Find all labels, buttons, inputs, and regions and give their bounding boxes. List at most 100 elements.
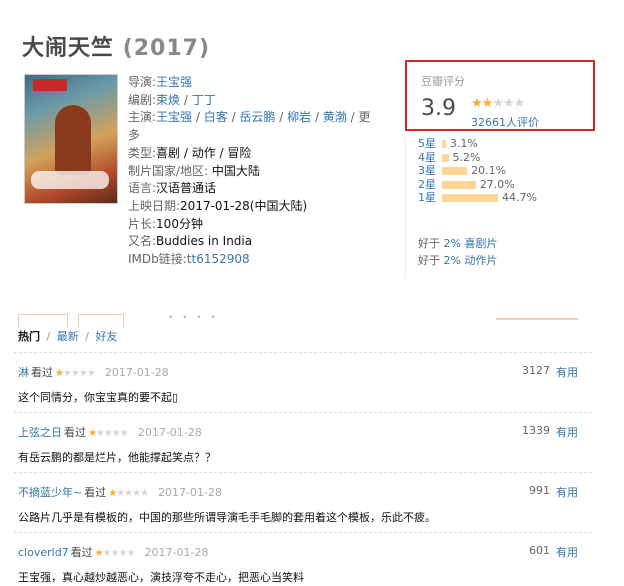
rating-votes-link[interactable]: 32661人评价	[471, 114, 539, 130]
cast-link[interactable]: 岳云鹏	[239, 110, 275, 124]
rating-label: 豆瓣评分	[421, 75, 465, 88]
rating-distribution: 5星 3.1% 4星 5.2% 3星 20.1% 2星 27.0% 1星 44.7%	[418, 137, 537, 205]
comment-votes: 601	[529, 544, 550, 557]
comment-meta: cloverld7 看过 ★★★★★ 2017-01-28	[18, 544, 208, 560]
info-imdb: IMDb链接:tt6152908	[128, 252, 250, 267]
cast-more-link-2[interactable]: 多	[128, 128, 140, 142]
tab-latest[interactable]: 最新	[57, 330, 79, 343]
comment-meta: 淋看过 ★★★★★ 2017-01-28	[18, 364, 169, 380]
comment-votes: 1339	[522, 424, 550, 437]
cast-link[interactable]: 柳岩	[287, 110, 311, 124]
comment-date: 2017-01-28	[158, 486, 222, 499]
poster-banner	[33, 79, 67, 91]
comment-text: 有岳云鹏的都是烂片，他能撑起笑点？？	[18, 451, 216, 464]
comment-divider	[14, 472, 592, 473]
imdb-link[interactable]: tt6152908	[187, 252, 250, 266]
star-empty-icon: ★	[502, 96, 515, 111]
comment-watched: 看过	[31, 366, 53, 379]
comment-divider	[14, 532, 592, 533]
comment-votes: 3127	[522, 364, 550, 377]
comment-stars: ★★★★★	[95, 548, 136, 559]
comment-stars: ★★★★★	[55, 368, 96, 379]
writer-link[interactable]: 束焕	[156, 93, 180, 107]
cast-link[interactable]: 黄渤	[323, 110, 347, 124]
comment-meta: 不摘蓝少年~ 看过 ★★★★★ 2017-01-28	[18, 484, 222, 500]
comment-divider	[14, 352, 592, 353]
info-cast-more-line: 多	[128, 127, 371, 145]
poster-figure	[55, 105, 91, 175]
better-than-link[interactable]: 2% 动作片	[444, 254, 498, 267]
info-aka: 又名:Buddies in India	[128, 234, 253, 249]
comment-user-link[interactable]: 不摘蓝少年~	[18, 486, 82, 499]
rating-dist-row: 2星 27.0%	[418, 178, 537, 192]
ghost-button[interactable]	[18, 314, 68, 328]
star-empty-icon: ★	[132, 488, 141, 499]
comment-watched: 看过	[64, 426, 86, 439]
star-empty-icon: ★	[116, 488, 125, 499]
rating-dist-row: 4星 5.2%	[418, 151, 537, 165]
star-empty-icon: ★	[95, 428, 105, 439]
star-empty-icon: ★	[110, 548, 120, 559]
movie-poster[interactable]	[24, 74, 118, 204]
director-link[interactable]: 王宝强	[156, 75, 192, 89]
tab-friends[interactable]: 好友	[95, 330, 117, 343]
poster-logo-stroke	[31, 171, 109, 189]
rating-dist-row: 1星 44.7%	[418, 191, 537, 205]
ghost-button[interactable]	[78, 314, 124, 328]
rating-dist-label: 2星	[418, 177, 436, 191]
divider	[405, 138, 406, 278]
star-filled-icon: ★	[55, 368, 64, 379]
comment-watched: 看过	[84, 486, 107, 499]
star-filled-icon: ★	[88, 428, 97, 439]
comment-useful-button[interactable]: 有用	[556, 544, 578, 560]
star-filled-icon: ★	[481, 96, 494, 111]
comment-useful-button[interactable]: 有用	[556, 484, 578, 500]
comment-stars: ★★★★★	[108, 488, 149, 499]
rating-dist-row: 5星 3.1%	[418, 137, 537, 151]
star-empty-icon: ★	[78, 368, 88, 379]
star-empty-icon: ★	[103, 428, 113, 439]
comment-user-link[interactable]: cloverld7	[18, 546, 69, 559]
info-writers: 编剧:束焕 / 丁丁	[128, 92, 216, 107]
info-release: 上映日期:2017-01-28(中国大陆)	[128, 198, 308, 213]
comment-user-link[interactable]: 淋	[18, 366, 29, 379]
star-filled-icon: ★	[471, 96, 483, 111]
cast-more-link[interactable]: 更	[358, 110, 370, 124]
better-than-row: 好于 2% 动作片	[418, 254, 498, 267]
comment-useful-button[interactable]: 有用	[556, 364, 578, 380]
rating-dist-percent: 20.1%	[471, 164, 507, 177]
comment-votes: 991	[529, 484, 550, 497]
rating-dist-percent: 44.7%	[502, 191, 537, 204]
comment-user-link[interactable]: 上弦之日	[18, 426, 62, 439]
comment-divider	[14, 412, 592, 413]
writer-link[interactable]: 丁丁	[192, 93, 216, 107]
info-genre: 类型:喜剧 / 动作 / 冒险	[128, 145, 252, 160]
dots-divider: • • • •	[168, 313, 219, 323]
rating-dist-percent: 27.0%	[479, 177, 515, 191]
ghost-divider	[496, 318, 578, 320]
tab-hot[interactable]: 热门	[18, 330, 40, 343]
comment-text: 公路片几乎是有模板的，中国的那些所谓导演毛手毛脚的套用着这个模板，乐此不疲。	[18, 511, 436, 524]
better-than-row: 好于 2% 喜剧片	[418, 237, 498, 250]
rating-dist-bar	[442, 167, 468, 175]
rating-dist-bar	[442, 140, 446, 148]
cast-link[interactable]: 白客	[204, 110, 228, 124]
star-empty-icon: ★	[118, 548, 128, 559]
rating-dist-label: 5星	[418, 137, 436, 150]
info-country: 制片国家/地区: 中国大陆	[128, 163, 260, 178]
better-than-link[interactable]: 2% 喜剧片	[444, 237, 498, 250]
info-cast: 主演:王宝强 / 白客 / 岳云鹏 / 柳岩 / 黄渤 / 更	[128, 110, 371, 125]
comment-useful-button[interactable]: 有用	[556, 424, 578, 440]
info-language: 语言:汉语普通话	[128, 181, 217, 196]
rating-dist-label: 3星	[418, 164, 436, 177]
star-empty-icon: ★	[111, 428, 121, 439]
cast-link[interactable]: 王宝强	[156, 110, 192, 124]
movie-year: (2017)	[122, 36, 211, 61]
rating-highlight-box: 豆瓣评分 3.9 ★★★★★ 32661人评价	[405, 60, 595, 131]
star-empty-icon: ★	[86, 368, 96, 379]
star-empty-icon: ★	[513, 96, 526, 111]
movie-info: 导演:王宝强 编剧:束焕 / 丁丁 主演:王宝强 / 白客 / 岳云鹏 / 柳岩…	[128, 74, 371, 269]
comment-text: 这个同情分，你宝宝真的要不起▯	[18, 391, 179, 404]
comment-meta: 上弦之日 看过 ★★★★★ 2017-01-28	[18, 424, 202, 440]
star-empty-icon: ★	[119, 428, 129, 439]
